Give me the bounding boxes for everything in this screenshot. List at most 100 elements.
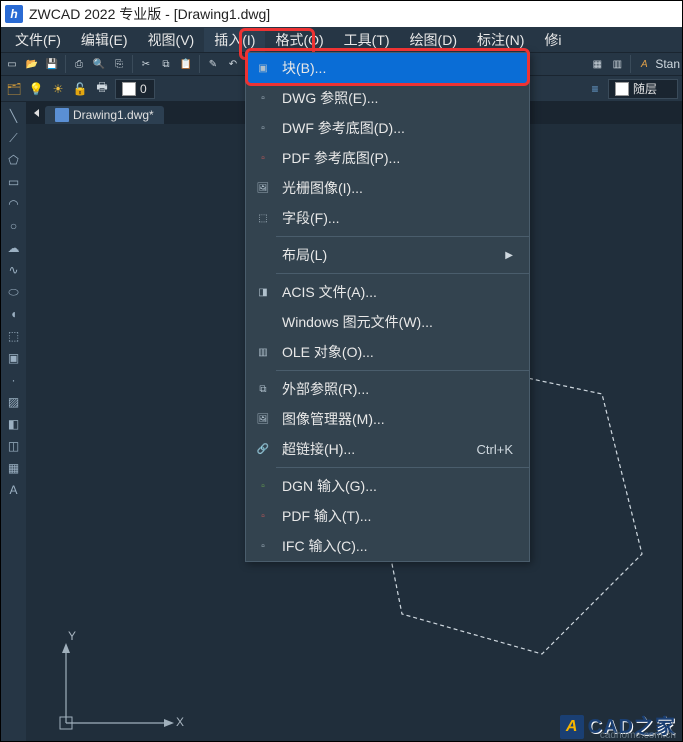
- color-swatch-icon: [122, 82, 136, 96]
- new-icon[interactable]: ▭: [3, 55, 21, 73]
- document-icon: [55, 108, 69, 122]
- cut-icon[interactable]: ✂: [137, 55, 155, 73]
- menu-draw[interactable]: 绘图(D): [400, 28, 467, 52]
- menu-view[interactable]: 视图(V): [138, 28, 205, 52]
- image-manager-icon: 🖼: [254, 410, 272, 428]
- menu-item-dwg-ref[interactable]: ▫ DWG 参照(E)...: [246, 83, 529, 113]
- menu-item-hyperlink[interactable]: 🔗 超链接(H)... Ctrl+K: [246, 434, 529, 464]
- blank-icon: [254, 313, 272, 331]
- menu-item-pdf-import[interactable]: ▫ PDF 输入(T)...: [246, 501, 529, 531]
- mtext-icon[interactable]: A: [4, 480, 24, 500]
- menu-item-label: 块(B)...: [282, 58, 513, 78]
- region-icon[interactable]: ◫: [4, 436, 24, 456]
- linetype-dropdown[interactable]: 随层: [608, 79, 678, 99]
- menu-item-image-manager[interactable]: 🖼 图像管理器(M)...: [246, 404, 529, 434]
- undo-icon[interactable]: ↶: [224, 55, 242, 73]
- document-tab[interactable]: Drawing1.dwg*: [45, 106, 164, 124]
- revcloud-icon[interactable]: ☁: [4, 238, 24, 258]
- pdf-import-icon: ▫: [254, 507, 272, 525]
- insert-menu: ▣ 块(B)... ▫ DWG 参照(E)... ▫ DWF 参考底图(D)..…: [245, 52, 530, 562]
- window-title: ZWCAD 2022 专业版 - [Drawing1.dwg]: [29, 4, 270, 24]
- spline-icon[interactable]: ∿: [4, 260, 24, 280]
- menu-separator: [276, 370, 529, 371]
- menu-modify[interactable]: 修i: [534, 28, 571, 52]
- tab-label: Drawing1.dwg*: [73, 108, 154, 122]
- menu-shortcut: Ctrl+K: [477, 442, 513, 457]
- separator-icon: [132, 55, 133, 73]
- menu-separator: [276, 273, 529, 274]
- separator-icon: [199, 55, 200, 73]
- line-icon[interactable]: ╲: [4, 106, 24, 126]
- make-block-icon[interactable]: ▣: [4, 348, 24, 368]
- menu-item-label: 光栅图像(I)...: [282, 178, 513, 198]
- menu-item-dwf-ref[interactable]: ▫ DWF 参考底图(D)...: [246, 113, 529, 143]
- print-icon[interactable]: ⎙: [70, 55, 88, 73]
- paste-icon[interactable]: 📋: [177, 55, 195, 73]
- menu-item-raster[interactable]: 🖼 光栅图像(I)...: [246, 173, 529, 203]
- menu-item-label: OLE 对象(O)...: [282, 342, 513, 362]
- app-logo: h: [5, 5, 23, 23]
- menu-item-field[interactable]: ⬚ 字段(F)...: [246, 203, 529, 233]
- ellipse-arc-icon[interactable]: ◖: [4, 304, 24, 324]
- match-icon[interactable]: ✎: [204, 55, 222, 73]
- menu-edit[interactable]: 编辑(E): [71, 28, 138, 52]
- lock-icon[interactable]: 🔓: [71, 80, 89, 98]
- menu-item-label: DGN 输入(G)...: [282, 476, 513, 496]
- menu-tools[interactable]: 工具(T): [334, 28, 400, 52]
- menu-item-pdf-ref[interactable]: ▫ PDF 参考底图(P)...: [246, 143, 529, 173]
- layer-dropdown[interactable]: 0: [115, 79, 155, 99]
- plot-icon[interactable]: 🖶: [93, 80, 111, 98]
- menu-item-acis[interactable]: ◨ ACIS 文件(A)...: [246, 277, 529, 307]
- menu-item-layout[interactable]: 布局(L) ▶: [246, 240, 529, 270]
- ellipse-icon[interactable]: ⬭: [4, 282, 24, 302]
- title-bar: h ZWCAD 2022 专业版 - [Drawing1.dwg]: [1, 1, 682, 27]
- menu-item-ifc-import[interactable]: ▫ IFC 输入(C)...: [246, 531, 529, 561]
- menu-item-label: Windows 图元文件(W)...: [282, 312, 513, 332]
- table-icon[interactable]: ▦: [4, 458, 24, 478]
- grid-icon[interactable]: ▦: [588, 55, 606, 73]
- menu-item-block[interactable]: ▣ 块(B)...: [246, 53, 529, 83]
- point-icon[interactable]: ·: [4, 370, 24, 390]
- insert-block-icon[interactable]: ⬚: [4, 326, 24, 346]
- menu-item-wmf[interactable]: Windows 图元文件(W)...: [246, 307, 529, 337]
- arc-icon[interactable]: ◠: [4, 194, 24, 214]
- publish-icon[interactable]: ⎘: [110, 55, 128, 73]
- tab-scroll-left-icon[interactable]: [34, 109, 39, 117]
- menu-insert[interactable]: 插入(I): [204, 28, 265, 52]
- preview-icon[interactable]: 🔍: [90, 55, 108, 73]
- circle-icon[interactable]: ○: [4, 216, 24, 236]
- menu-item-label: 字段(F)...: [282, 208, 513, 228]
- menu-item-label: DWF 参考底图(D)...: [282, 118, 513, 138]
- menu-file[interactable]: 文件(F): [5, 28, 71, 52]
- menu-format[interactable]: 格式(O): [265, 28, 333, 52]
- submenu-arrow-icon: ▶: [505, 250, 513, 261]
- menu-item-ole[interactable]: ▥ OLE 对象(O)...: [246, 337, 529, 367]
- menu-item-label: DWG 参照(E)...: [282, 88, 513, 108]
- rectangle-icon[interactable]: ▭: [4, 172, 24, 192]
- menu-item-dgn-import[interactable]: ▫ DGN 输入(G)...: [246, 471, 529, 501]
- gradient-icon[interactable]: ◧: [4, 414, 24, 434]
- save-icon[interactable]: 💾: [43, 55, 61, 73]
- copy-icon[interactable]: ⧉: [157, 55, 175, 73]
- polygon-icon[interactable]: ⬠: [4, 150, 24, 170]
- dgn-icon: ▫: [254, 477, 272, 495]
- menu-separator: [276, 236, 529, 237]
- hatch-icon[interactable]: ▨: [4, 392, 24, 412]
- linetype-icon[interactable]: ≡: [586, 80, 604, 98]
- menu-item-label: IFC 输入(C)...: [282, 536, 513, 556]
- watermark-sub: cadhome.com.cn: [600, 730, 676, 741]
- polyline-icon[interactable]: ⟋: [4, 128, 24, 148]
- ole-icon: ▥: [254, 343, 272, 361]
- menu-item-label: PDF 参考底图(P)...: [282, 148, 513, 168]
- sun-icon[interactable]: ☀: [49, 80, 67, 98]
- text-style-label[interactable]: Stan: [655, 57, 680, 71]
- menu-dimension[interactable]: 标注(N): [467, 28, 534, 52]
- open-icon[interactable]: 📂: [23, 55, 41, 73]
- dwg-icon: ▫: [254, 89, 272, 107]
- blank-icon: [254, 246, 272, 264]
- menu-item-xref[interactable]: ⧉ 外部参照(R)...: [246, 374, 529, 404]
- layer-manager-icon[interactable]: 🗂: [5, 80, 23, 98]
- light-icon[interactable]: 💡: [27, 80, 45, 98]
- text-style-icon[interactable]: A: [635, 55, 653, 73]
- table-icon[interactable]: ▥: [608, 55, 626, 73]
